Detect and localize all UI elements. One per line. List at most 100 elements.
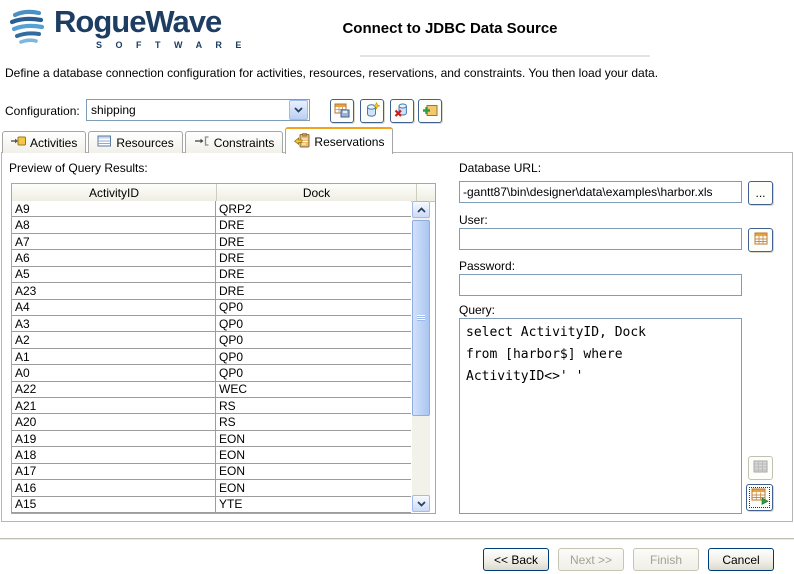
back-button[interactable]: << Back	[483, 548, 549, 571]
tab-constraints[interactable]: Constraints	[185, 131, 284, 153]
run-query-button[interactable]	[746, 484, 773, 511]
table-row[interactable]: A4QP0	[12, 300, 411, 316]
cell-activityid: A22	[12, 382, 216, 397]
cell-activityid: A18	[12, 447, 216, 462]
spreadsheet-icon	[752, 231, 769, 250]
cell-dock: DRE	[216, 283, 411, 298]
cell-dock: QP0	[216, 349, 411, 364]
table-row[interactable]: A22WEC	[12, 382, 411, 398]
table-gray-icon	[753, 460, 768, 476]
cell-dock: QP0	[216, 365, 411, 380]
scroll-down-icon[interactable]	[412, 495, 430, 512]
roguewave-logo: RogueWave S O F T W A R E	[8, 6, 247, 53]
table-row[interactable]: A5DRE	[12, 267, 411, 283]
table-row[interactable]: A1QP0	[12, 349, 411, 365]
preview-disabled-button	[748, 456, 773, 480]
table-row[interactable]: A17EON	[12, 464, 411, 480]
cell-dock: EON	[216, 447, 411, 462]
query-results-table: ActivityID Dock A9QRP2A8DREA7DREA6DREA5D…	[11, 183, 436, 514]
cell-dock: RS	[216, 414, 411, 429]
cell-activityid: A6	[12, 250, 216, 265]
table-row[interactable]: A7DRE	[12, 234, 411, 250]
table-row[interactable]: A23DRE	[12, 283, 411, 299]
user-label: User:	[459, 213, 488, 227]
footer-divider	[0, 538, 794, 540]
chevron-down-icon[interactable]	[289, 100, 308, 120]
jdbc-connect-dialog: RogueWave S O F T W A R E Connect to JDB…	[0, 0, 794, 574]
cell-activityid: A7	[12, 234, 216, 249]
wave-logo-icon	[8, 6, 50, 53]
cell-activityid: A23	[12, 283, 216, 298]
cell-activityid: A5	[12, 267, 216, 282]
ellipsis-label: ...	[755, 186, 765, 200]
cell-activityid: A20	[12, 414, 216, 429]
configuration-label: Configuration:	[5, 104, 80, 118]
password-input[interactable]	[459, 274, 742, 296]
column-header-dock[interactable]: Dock	[217, 184, 417, 201]
configuration-select[interactable]: shipping	[86, 99, 310, 121]
brand-subtitle: S O F T W A R E	[54, 40, 247, 50]
cell-activityid: A1	[12, 349, 216, 364]
cell-activityid: A15	[12, 497, 216, 512]
next-button: Next >>	[558, 548, 624, 571]
scroll-up-icon[interactable]	[412, 201, 430, 218]
cell-dock: QP0	[216, 300, 411, 315]
table-row[interactable]: A15YTE	[12, 497, 411, 513]
tab-reservations[interactable]: Reservations	[285, 127, 393, 154]
user-input[interactable]	[459, 228, 742, 250]
run-query-icon	[751, 488, 769, 508]
constraint-arrow-icon	[194, 134, 210, 151]
cell-activityid: A19	[12, 431, 216, 446]
cell-dock: RS	[216, 398, 411, 413]
activity-box-icon	[11, 134, 26, 151]
table-row[interactable]: A0QP0	[12, 365, 411, 381]
column-header-activityid[interactable]: ActivityID	[12, 184, 217, 201]
finish-button: Finish	[633, 548, 699, 571]
tab-bar: Activities Resources Constraints	[2, 129, 395, 153]
cell-activityid: A0	[12, 365, 216, 380]
table-row[interactable]: A19EON	[12, 431, 411, 447]
add-item-icon	[422, 102, 438, 121]
cell-activityid: A17	[12, 464, 216, 479]
cell-dock: WEC	[216, 382, 411, 397]
page-title: Connect to JDBC Data Source	[280, 20, 620, 37]
query-textarea[interactable]: select ActivityID, Dock from [harbor$] w…	[459, 318, 742, 514]
table-row[interactable]: A21RS	[12, 398, 411, 414]
table-row[interactable]: A2QP0	[12, 332, 411, 348]
table-row[interactable]: A6DRE	[12, 250, 411, 266]
reservations-tab-panel: Preview of Query Results: ActivityID Doc…	[1, 152, 793, 522]
database-url-input[interactable]	[459, 181, 742, 203]
table-save-icon	[334, 102, 350, 121]
cell-dock: DRE	[216, 217, 411, 232]
show-tables-button[interactable]	[748, 228, 773, 252]
add-item-button[interactable]	[418, 99, 442, 123]
table-row[interactable]: A3QP0	[12, 316, 411, 332]
tab-resources[interactable]: Resources	[88, 131, 182, 153]
table-row[interactable]: A20RS	[12, 414, 411, 430]
cell-activityid: A9	[12, 201, 216, 216]
table-row[interactable]: A9QRP2	[12, 201, 411, 217]
tab-label: Activities	[30, 136, 77, 150]
tab-activities[interactable]: Activities	[2, 131, 86, 153]
table-header-row: ActivityID Dock	[12, 184, 435, 202]
database-delete-icon	[394, 102, 410, 121]
tab-label: Constraints	[214, 136, 275, 150]
table-row[interactable]: A8DRE	[12, 217, 411, 233]
query-label: Query:	[459, 303, 495, 317]
reservation-clipboard-icon	[294, 133, 310, 151]
table-vertical-scrollbar[interactable]	[412, 201, 430, 512]
scrollbar-thumb[interactable]	[412, 220, 430, 416]
new-database-button[interactable]	[360, 99, 384, 123]
title-divider	[360, 55, 650, 57]
table-row[interactable]: A18EON	[12, 447, 411, 463]
cancel-button[interactable]: Cancel	[708, 548, 774, 571]
cell-activityid: A21	[12, 398, 216, 413]
browse-button[interactable]: ...	[748, 181, 773, 205]
cell-dock: EON	[216, 480, 411, 495]
cell-activityid: A4	[12, 300, 216, 315]
save-configuration-button[interactable]	[330, 99, 354, 123]
resource-table-icon	[97, 134, 112, 151]
delete-database-button[interactable]	[390, 99, 414, 123]
table-row[interactable]: A16EON	[12, 480, 411, 496]
cell-dock: DRE	[216, 234, 411, 249]
